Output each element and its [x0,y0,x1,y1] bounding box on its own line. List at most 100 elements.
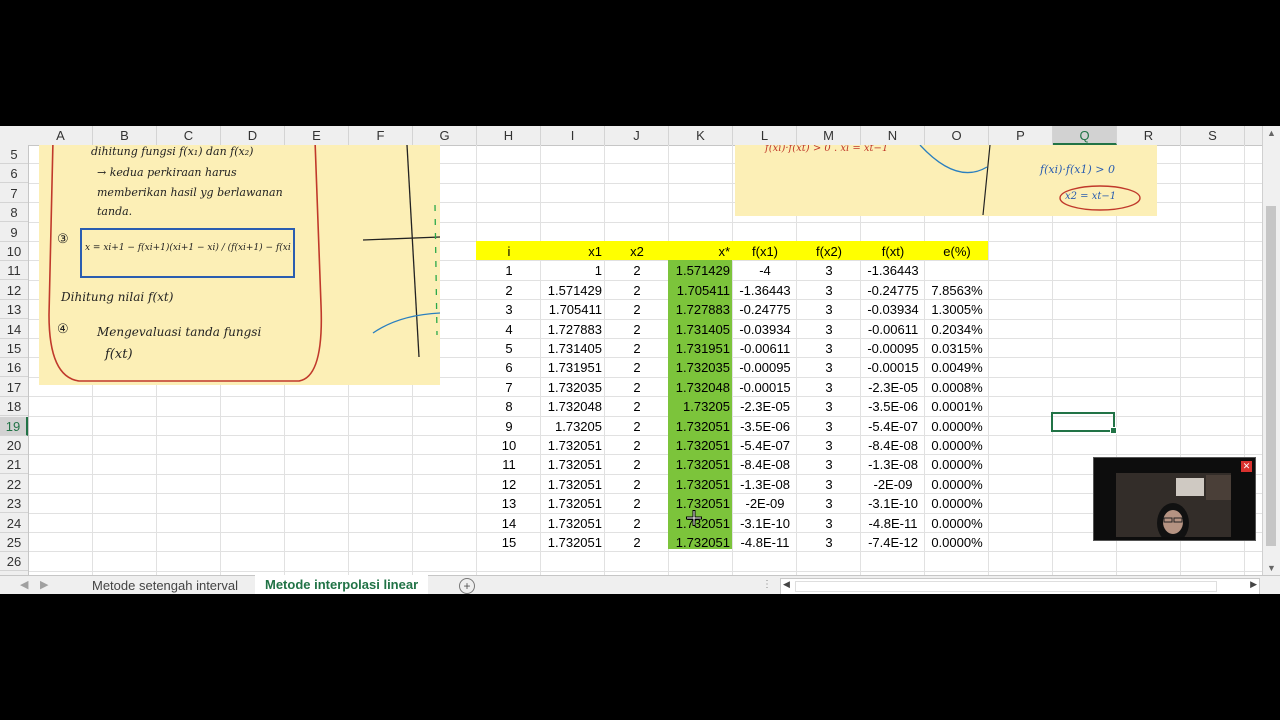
table-cell[interactable]: 2 [605,436,669,455]
row-header-22[interactable]: 22 [0,475,28,494]
row-header-12[interactable]: 12 [0,281,28,300]
table-cell[interactable]: 2 [605,475,669,494]
table-cell[interactable]: -8.4E-08 [733,455,797,474]
table-cell[interactable]: 1.732051 [541,436,605,455]
scroll-left-arrow-icon[interactable]: ◀ [783,579,790,590]
table-cell[interactable]: 1.73205 [541,417,605,436]
table-cell[interactable]: 3 [797,320,861,339]
cell-grid[interactable]: dihitung fungsi f(x₁) dan f(x₂) → kedua … [29,145,1262,575]
table-cell[interactable]: 3 [797,533,861,552]
table-header-cell[interactable]: i [477,242,541,261]
table-header-cell[interactable]: f(xt) [861,242,925,261]
table-cell[interactable]: 2 [605,339,669,358]
row-header-21[interactable]: 21 [0,455,28,474]
row-header-19[interactable]: 19 [0,417,28,436]
table-cell[interactable]: 1.732048 [669,378,733,397]
table-cell[interactable]: 0.0049% [925,358,989,377]
table-cell[interactable]: 9 [477,417,541,436]
table-cell[interactable]: 7 [477,378,541,397]
table-cell[interactable]: 1.731951 [541,358,605,377]
table-cell[interactable]: 3 [797,378,861,397]
tab-metode-interpolasi-linear[interactable]: Metode interpolasi linear [255,575,429,594]
table-cell[interactable]: 1.731951 [669,339,733,358]
table-cell[interactable]: 3 [797,261,861,280]
selected-cell-Q19[interactable] [1051,412,1117,434]
vertical-scroll-thumb[interactable] [1266,206,1276,546]
table-cell[interactable]: 1.571429 [541,281,605,300]
table-cell[interactable]: -0.24775 [861,281,925,300]
column-header-I[interactable]: I [541,126,605,145]
table-cell[interactable]: -7.4E-12 [861,533,925,552]
table-header-cell[interactable]: f(x1) [733,242,797,261]
table-cell[interactable]: -1.36443 [861,261,925,280]
column-header-O[interactable]: O [925,126,989,145]
row-header-10[interactable]: 10 [0,242,28,261]
table-cell[interactable]: 1.731405 [541,339,605,358]
table-cell[interactable]: 2 [605,378,669,397]
row-header-18[interactable]: 18 [0,397,28,416]
row-header-23[interactable]: 23 [0,494,28,513]
table-cell[interactable]: 1.571429 [669,261,733,280]
table-cell[interactable]: 3 [797,475,861,494]
table-cell[interactable]: 3 [797,397,861,416]
horizontal-scrollbar[interactable]: ◀ ▶ [780,578,1260,594]
table-cell[interactable]: 0.0000% [925,417,989,436]
table-cell[interactable]: 1 [477,261,541,280]
table-cell[interactable]: 3 [797,455,861,474]
close-icon[interactable]: ✕ [1241,461,1252,472]
table-cell[interactable]: -0.24775 [733,300,797,319]
table-cell[interactable]: 1.732051 [669,417,733,436]
table-cell[interactable]: 0.0000% [925,436,989,455]
table-cell[interactable]: 7.8563% [925,281,989,300]
row-header-13[interactable]: 13 [0,300,28,319]
table-cell[interactable]: -4 [733,261,797,280]
table-header-cell[interactable]: x2 [605,242,669,261]
column-header-H[interactable]: H [477,126,541,145]
table-cell[interactable]: 8 [477,397,541,416]
prev-sheet-arrow-icon[interactable]: ◀ [20,576,28,594]
next-sheet-arrow-icon[interactable]: ▶ [40,576,48,594]
table-cell[interactable]: 3 [477,300,541,319]
table-cell[interactable]: 2 [605,533,669,552]
table-cell[interactable]: 2 [605,494,669,513]
table-cell[interactable]: 0.0008% [925,378,989,397]
table-cell[interactable]: 0.0000% [925,455,989,474]
table-cell[interactable]: 11 [477,455,541,474]
column-header-C[interactable]: C [157,126,221,145]
row-header-24[interactable]: 24 [0,514,28,533]
table-cell[interactable]: 4 [477,320,541,339]
table-cell[interactable]: -1.3E-08 [733,475,797,494]
table-cell[interactable] [925,261,989,280]
row-header-16[interactable]: 16 [0,358,28,377]
table-cell[interactable]: 3 [797,300,861,319]
table-cell[interactable]: -1.36443 [733,281,797,300]
table-cell[interactable]: 0.0315% [925,339,989,358]
vertical-scrollbar[interactable]: ▲ ▼ [1262,126,1280,575]
column-header-F[interactable]: F [349,126,413,145]
table-header-cell[interactable]: e(%) [925,242,989,261]
table-cell[interactable]: 3 [797,514,861,533]
scroll-up-arrow-icon[interactable]: ▲ [1267,128,1276,138]
table-cell[interactable]: -3.1E-10 [861,494,925,513]
table-cell[interactable]: 2 [605,514,669,533]
table-cell[interactable]: -0.00015 [861,358,925,377]
table-cell[interactable]: 0.0001% [925,397,989,416]
table-cell[interactable]: 10 [477,436,541,455]
table-cell[interactable]: 0.0000% [925,475,989,494]
table-header-cell[interactable]: f(x2) [797,242,861,261]
row-header-6[interactable]: 6 [0,164,28,183]
table-cell[interactable]: 0.2034% [925,320,989,339]
table-cell[interactable]: -5.4E-07 [861,417,925,436]
table-cell[interactable]: 12 [477,475,541,494]
table-cell[interactable]: 3 [797,281,861,300]
table-cell[interactable]: 2 [605,417,669,436]
table-cell[interactable]: 2 [605,261,669,280]
table-cell[interactable]: 0.0000% [925,533,989,552]
row-header-15[interactable]: 15 [0,339,28,358]
column-header-E[interactable]: E [285,126,349,145]
table-cell[interactable]: 2 [605,358,669,377]
column-header-Q[interactable]: Q [1053,126,1117,145]
tab-bar-splitter-icon[interactable]: ⋮ [762,579,772,590]
table-cell[interactable]: -2.3E-05 [861,378,925,397]
table-cell[interactable]: -0.00611 [861,320,925,339]
